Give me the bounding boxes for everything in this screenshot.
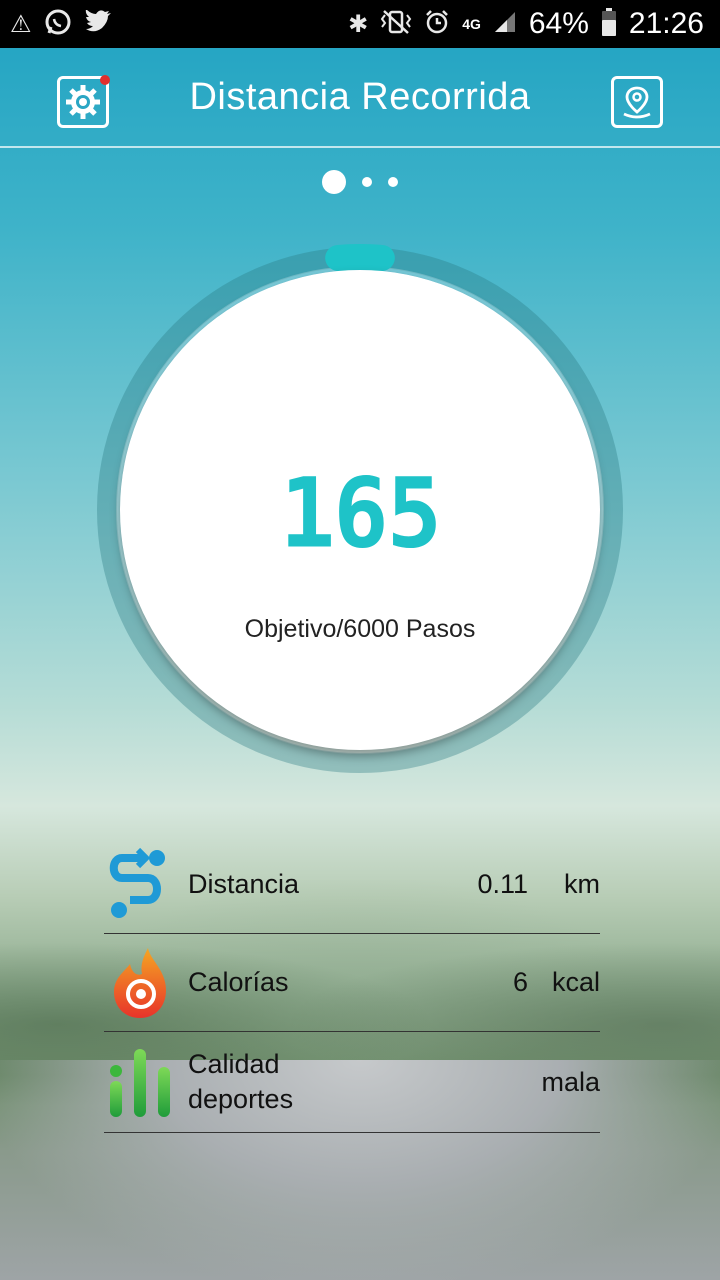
- vibrate-icon: [380, 9, 412, 40]
- page-dot-1[interactable]: [322, 170, 346, 194]
- stat-value-quality: mala: [541, 1066, 600, 1097]
- stat-row-distance: Distancia 0.11 km: [104, 836, 600, 934]
- notification-dot: [100, 75, 110, 85]
- signal-icon: [493, 10, 517, 39]
- twitter-icon: [84, 8, 112, 39]
- settings-icon: [66, 85, 100, 119]
- page-title: Distancia Recorrida: [189, 75, 531, 118]
- bluetooth-icon: ✱: [348, 10, 369, 38]
- status-right: ✱ 4G 64% 21:26: [348, 7, 704, 41]
- stat-label-calories: Calorías: [188, 967, 289, 997]
- page-indicator: [0, 170, 720, 194]
- network-type: 4G: [462, 16, 481, 32]
- distance-icon: [104, 847, 176, 921]
- stat-unit-distance: km: [564, 869, 600, 899]
- page-dot-3[interactable]: [388, 177, 398, 187]
- battery-percent: 64%: [528, 7, 589, 40]
- stat-value-calories: 6: [512, 967, 528, 997]
- stat-label-distance: Distancia: [188, 869, 300, 899]
- clock: 21:26: [628, 7, 704, 40]
- stat-row-quality: Calidad deportes mala: [104, 1032, 600, 1133]
- stat-unit-calories: kcal: [551, 967, 600, 997]
- quality-icon: [104, 1046, 176, 1118]
- calories-icon: [104, 947, 176, 1019]
- stats-list: Distancia 0.11 km Calorías 6 kcal Calida…: [104, 836, 600, 1133]
- steps-goal: Objetivo/6000 Pasos: [244, 615, 476, 643]
- steps-circle: 165 Objetivo/6000 Pasos: [120, 270, 600, 750]
- progress-arc: [325, 244, 395, 271]
- location-button[interactable]: [611, 76, 663, 128]
- app-header: Distancia Recorrida: [0, 48, 720, 148]
- settings-button[interactable]: [57, 75, 110, 128]
- stat-row-calories: Calorías 6 kcal: [104, 934, 600, 1032]
- location-icon: [623, 86, 651, 119]
- page-dot-2[interactable]: [362, 177, 372, 187]
- status-left: ⚠: [10, 8, 112, 41]
- stat-label-quality: Calidad deportes: [188, 1049, 294, 1114]
- steps-progress-ring: 165 Objetivo/6000 Pasos: [94, 244, 626, 776]
- status-bar: ⚠ ✱ 4G 64% 21:26: [0, 0, 720, 48]
- steps-count: 165: [279, 457, 442, 570]
- stat-value-distance: 0.11: [477, 869, 528, 899]
- alarm-icon: [424, 9, 450, 40]
- battery-icon: [601, 7, 617, 41]
- whatsapp-icon: [44, 8, 72, 41]
- alert-icon: ⚠: [10, 10, 32, 38]
